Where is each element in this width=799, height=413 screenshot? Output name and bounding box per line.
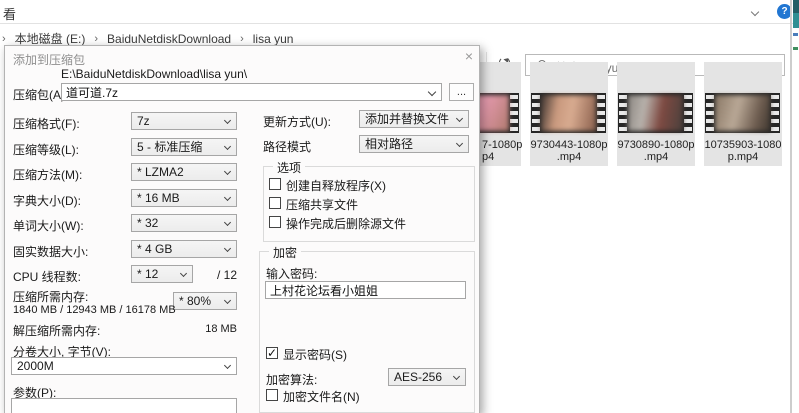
background-window-fragment <box>793 47 798 50</box>
format-label: 压缩格式(F): <box>13 115 80 132</box>
memory-usage-label: 压缩所需内存: <box>13 288 88 305</box>
explorer-window: 看 ? › 本地磁盘 (E:) › BaiduNetdiskDownload ›… <box>0 0 799 413</box>
archive-label: 压缩包(A) <box>13 86 65 103</box>
level-select[interactable]: 5 - 标准压缩 <box>131 138 237 156</box>
chevron-down-icon <box>224 245 231 252</box>
decompress-memory-label: 解压缩所需内存: <box>13 322 100 339</box>
parameters-input[interactable] <box>11 398 237 413</box>
encrypt-names-checkbox[interactable] <box>266 389 278 401</box>
show-password-checkbox-label[interactable]: 显示密码(S) <box>283 346 347 363</box>
format-select[interactable]: 7z <box>131 112 237 130</box>
solid-size-label: 固实数据大小: <box>13 243 88 260</box>
filmstrip-sprockets-icon <box>619 95 627 131</box>
options-group-title: 选项 <box>273 159 305 176</box>
encryption-group-title: 加密 <box>269 244 301 261</box>
thumbnail-image <box>541 95 596 131</box>
thumbnail-image <box>715 95 770 131</box>
video-thumbnail-icon <box>705 93 780 133</box>
filmstrip-sprockets-icon <box>510 95 518 131</box>
chevron-down-icon <box>456 115 463 122</box>
memory-percent-select[interactable]: * 80% <box>173 292 237 310</box>
filmstrip-sprockets-icon <box>532 95 540 131</box>
video-thumbnail-icon <box>531 93 606 133</box>
window-edge-divider <box>790 0 792 413</box>
background-window-fragment <box>793 13 799 28</box>
chevron-down-icon <box>224 194 231 201</box>
file-name: 9730890-1080p .mp4 <box>617 139 695 163</box>
filmstrip-sprockets-icon <box>597 95 605 131</box>
ribbon-strip: 看 ? <box>0 0 799 24</box>
delete-after-checkbox-label[interactable]: 操作完成后删除源文件 <box>286 215 406 232</box>
filmstrip-sprockets-icon <box>706 95 714 131</box>
password-label: 输入密码: <box>266 265 317 282</box>
chevron-down-icon <box>224 362 231 369</box>
word-size-select[interactable]: * 32 <box>131 214 237 232</box>
method-select[interactable]: * LZMA2 <box>131 163 237 181</box>
archive-path: E:\BaiduNetdiskDownload\lisa yun\ <box>61 67 247 81</box>
breadcrumb-chevron-icon[interactable]: › <box>2 33 6 45</box>
filmstrip-sprockets-icon <box>771 95 779 131</box>
breadcrumb-item-subfolder[interactable]: lisa yun <box>253 32 294 46</box>
sfx-checkbox-label[interactable]: 创建自释放程序(X) <box>286 177 386 194</box>
solid-size-select[interactable]: * 4 GB <box>131 240 237 258</box>
method-label: 压缩方法(M): <box>13 166 82 183</box>
chevron-down-icon <box>224 117 231 124</box>
cpu-threads-label: CPU 线程数: <box>13 268 81 285</box>
chevron-down-icon <box>180 270 187 277</box>
chevron-down-icon <box>453 373 460 380</box>
file-name: 10735903-1080 p.mp4 <box>704 139 782 163</box>
volume-size-combo[interactable]: 2000M <box>11 357 237 375</box>
level-label: 压缩等级(L): <box>13 141 79 158</box>
breadcrumb-item-folder[interactable]: BaiduNetdiskDownload <box>107 32 231 46</box>
thumbnail-image <box>628 95 683 131</box>
chevron-down-icon <box>224 219 231 226</box>
shared-files-checkbox[interactable] <box>269 197 281 209</box>
path-mode-label: 路径模式 <box>263 138 311 155</box>
video-thumbnail-icon <box>618 93 693 133</box>
encryption-method-select[interactable]: AES-256 <box>388 368 466 386</box>
archive-name-input[interactable] <box>61 83 442 101</box>
update-mode-select[interactable]: 添加并替换文件 <box>359 110 469 128</box>
add-to-archive-dialog: 添加到压缩包 × 压缩包(A) E:\BaiduNetdiskDownload\… <box>4 45 480 413</box>
file-item[interactable]: 9730890-1080p .mp4 <box>617 62 695 166</box>
file-name: 7-1080p p4 <box>482 139 524 163</box>
ribbon-tab-view-partial[interactable]: 看 <box>3 4 16 23</box>
word-size-label: 单词大小(W): <box>13 217 84 234</box>
breadcrumb-chevron-icon[interactable]: › <box>240 33 244 45</box>
file-name: 9730443-1080p .mp4 <box>530 139 608 163</box>
filmstrip-sprockets-icon <box>684 95 692 131</box>
background-window-fragment <box>793 33 798 36</box>
shared-files-checkbox-label[interactable]: 压缩共享文件 <box>286 196 358 213</box>
dictionary-label: 字典大小(D): <box>13 192 81 209</box>
decompress-memory-value: 18 MB <box>155 323 237 335</box>
cpu-threads-select[interactable]: * 12 <box>131 265 193 283</box>
browse-button[interactable]: ... <box>449 83 474 101</box>
close-icon[interactable]: × <box>457 46 480 66</box>
sfx-checkbox[interactable] <box>269 178 281 190</box>
chevron-down-icon <box>456 140 463 147</box>
dictionary-select[interactable]: * 16 MB <box>131 189 237 207</box>
memory-usage-value: 1840 MB / 12943 MB / 16178 MB <box>13 304 176 316</box>
file-item[interactable]: 10735903-1080 p.mp4 <box>704 62 782 166</box>
ribbon-collapse-chevron-icon[interactable] <box>751 8 759 16</box>
breadcrumb-chevron-icon[interactable]: › <box>94 33 98 45</box>
file-item[interactable]: 9730443-1080p .mp4 <box>530 62 608 166</box>
background-window-fragment <box>793 0 799 13</box>
cpu-threads-max: / 12 <box>197 268 237 282</box>
password-input[interactable] <box>265 281 466 299</box>
dialog-title: 添加到压缩包 <box>13 51 85 68</box>
update-mode-label: 更新方式(U): <box>263 113 331 130</box>
encrypt-names-checkbox-label[interactable]: 加密文件名(N) <box>283 388 360 405</box>
chevron-down-icon <box>224 297 231 304</box>
show-password-checkbox[interactable] <box>266 347 278 359</box>
chevron-down-icon <box>224 168 231 175</box>
delete-after-checkbox[interactable] <box>269 216 281 228</box>
encryption-method-label: 加密算法: <box>266 371 317 388</box>
chevron-down-icon <box>224 143 231 150</box>
path-mode-select[interactable]: 相对路径 <box>359 135 469 153</box>
